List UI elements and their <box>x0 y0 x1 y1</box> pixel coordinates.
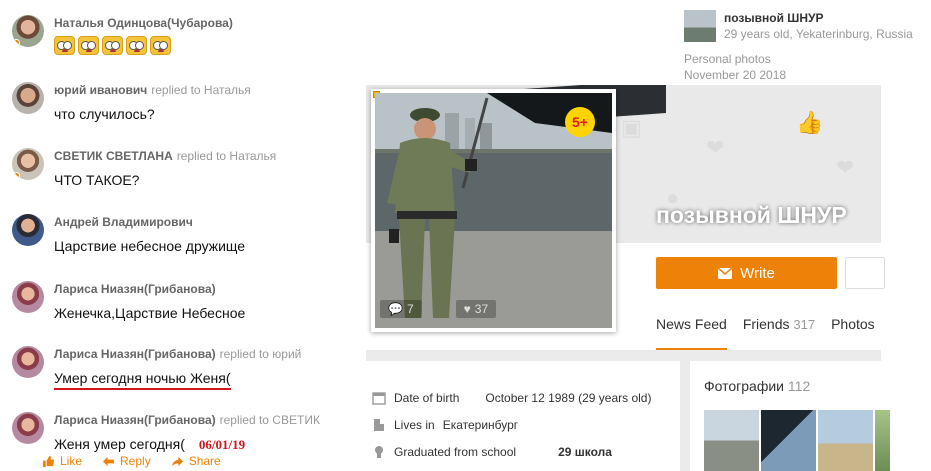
avatar[interactable] <box>12 82 44 114</box>
crying-emoji-icon <box>54 36 75 55</box>
reply-arrow-icon <box>102 456 115 466</box>
reply-to-label[interactable]: replied to СВЕТИК <box>220 413 320 427</box>
write-button[interactable]: Write <box>656 257 837 289</box>
photos-widget-title[interactable]: Фотографии 112 <box>704 378 884 394</box>
owner-name[interactable]: позывной ШНУР <box>724 11 824 25</box>
album-name[interactable]: Personal photos <box>684 51 786 67</box>
comment-author[interactable]: Лариса Ниазян(Грибанова) <box>54 413 216 427</box>
heart-icon: ❤ <box>836 155 855 180</box>
crying-emoji-icon <box>150 36 171 55</box>
section-divider <box>366 350 881 361</box>
comment-author[interactable]: Лариса Ниазян(Грибанова) <box>54 347 216 361</box>
comment-text: Женечка,Царствие Небесное <box>54 305 246 321</box>
profile-name: позывной ШНУР <box>656 202 847 228</box>
age-rating-badge: 5+ <box>565 107 595 137</box>
photo-thumbnail[interactable] <box>875 410 890 471</box>
handwritten-date-note: 06/01/19 <box>198 437 246 452</box>
comment-author[interactable]: Лариса Ниазян(Грибанова) <box>54 282 216 296</box>
building-icon <box>374 418 384 431</box>
comment-text: что случилось? <box>54 106 155 122</box>
info-school: Graduated from school 29 школа <box>372 438 651 465</box>
photo-thumbnail[interactable] <box>761 410 816 471</box>
thumbs-up-icon: 👍 <box>796 110 824 135</box>
like-button[interactable]: Like <box>42 454 82 468</box>
comment-text: Умер сегодня ночью Женя( <box>54 369 231 390</box>
share-arrow-icon <box>171 456 183 466</box>
comment-text: ЧТО ТАКОЕ? <box>54 172 140 188</box>
info-birthdate: Date of birth October 12 1989 (29 years … <box>372 384 651 411</box>
comment-icon: 💬 <box>388 302 403 316</box>
online-indicator <box>13 172 20 179</box>
thumbs-up-icon <box>42 455 55 467</box>
likes-count[interactable]: ♥ 37 <box>455 300 497 318</box>
profile-tabs: News Feed Friends 317 Photos <box>656 300 875 350</box>
tab-friends[interactable]: Friends 317 <box>743 300 815 350</box>
comment-author[interactable]: СВЕТИК СВЕТЛАНА <box>54 149 173 163</box>
tab-news-feed[interactable]: News Feed <box>656 300 727 350</box>
photo-thumbnail[interactable] <box>818 410 873 471</box>
album-date: November 20 2018 <box>684 68 787 82</box>
crying-emoji-icon <box>78 36 99 55</box>
info-location: Lives in Екатеринбург <box>372 411 651 438</box>
comment-author[interactable]: юрий иванович <box>54 83 147 97</box>
envelope-icon <box>718 267 733 279</box>
owner-meta: 29 years old, Yekaterinburg, Russia <box>724 27 913 41</box>
reply-button[interactable]: Reply <box>102 454 151 468</box>
profile-info: Date of birth October 12 1989 (29 years … <box>372 384 651 465</box>
column-divider <box>680 361 690 471</box>
crying-emoji-icon <box>126 36 147 55</box>
avatar[interactable] <box>12 148 44 180</box>
online-indicator <box>13 39 20 46</box>
avatar[interactable] <box>12 281 44 313</box>
comments-count[interactable]: 💬 7 <box>380 300 422 318</box>
emoji-row <box>54 36 354 55</box>
comment-text: Женя умер сегодня( <box>54 436 185 452</box>
comment-actions: Like Reply Share <box>42 454 221 468</box>
avatar[interactable] <box>12 412 44 444</box>
avatar[interactable] <box>12 214 44 246</box>
owner-thumbnail[interactable] <box>684 10 716 42</box>
crying-emoji-icon <box>102 36 123 55</box>
heart-icon: ❤ <box>706 135 725 160</box>
photo-stats: 💬 7 ♥ 37 <box>380 300 497 318</box>
comment-author[interactable]: Наталья Одинцова(Чубарова) <box>54 16 233 30</box>
like-icon: ♥ <box>463 302 471 316</box>
reply-to-label[interactable]: replied to юрий <box>220 347 302 361</box>
photos-widget: Фотографии 112 <box>704 378 890 471</box>
photo-icon: ▣ <box>621 115 642 140</box>
comment-text: Царствие небесное дружище <box>54 238 246 254</box>
photos-strip <box>704 410 890 471</box>
comment-author[interactable]: Андрей Владимирович <box>54 215 193 229</box>
graduation-icon <box>375 445 383 458</box>
reply-to-label[interactable]: replied to Наталья <box>177 149 277 163</box>
share-button[interactable]: Share <box>171 454 221 468</box>
tab-photos[interactable]: Photos <box>831 300 875 350</box>
calendar-icon <box>372 391 386 405</box>
photo-thumbnail[interactable] <box>704 410 759 471</box>
secondary-action-button[interactable] <box>845 257 885 289</box>
reply-to-label[interactable]: replied to Наталья <box>151 83 251 97</box>
avatar[interactable] <box>12 346 44 378</box>
avatar[interactable] <box>12 15 44 47</box>
